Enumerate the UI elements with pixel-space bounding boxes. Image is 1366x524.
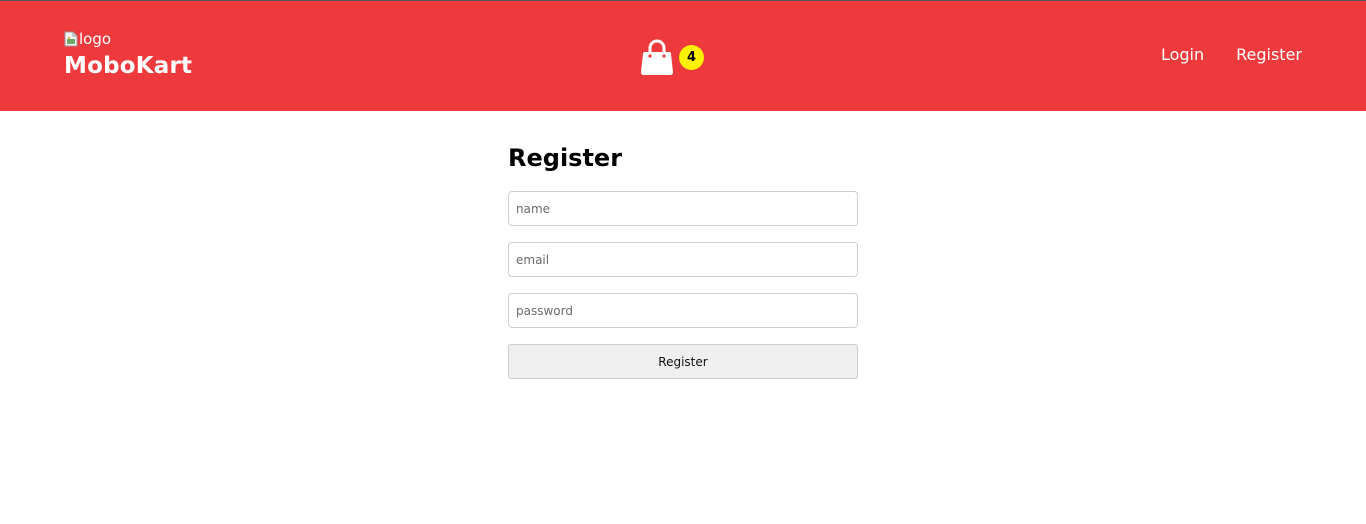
register-form: Register Register	[508, 144, 858, 379]
password-field[interactable]	[508, 293, 858, 328]
broken-image-icon	[64, 31, 78, 47]
brand[interactable]: logo MoboKart	[64, 29, 192, 79]
nav-login-link[interactable]: Login	[1161, 45, 1204, 64]
cart-count-badge: 4	[679, 45, 704, 70]
name-field[interactable]	[508, 191, 858, 226]
register-button[interactable]: Register	[508, 344, 858, 379]
logo-alt-text: logo	[79, 30, 112, 48]
site-header: logo MoboKart 4 Login Register	[0, 0, 1366, 111]
email-field[interactable]	[508, 242, 858, 277]
brand-name: MoboKart	[64, 53, 193, 79]
header-nav: Login Register	[1161, 45, 1302, 64]
page-title: Register	[508, 144, 623, 172]
shopping-bag-icon	[640, 39, 674, 77]
nav-register-link[interactable]: Register	[1236, 45, 1302, 64]
logo-image: logo	[64, 29, 192, 49]
